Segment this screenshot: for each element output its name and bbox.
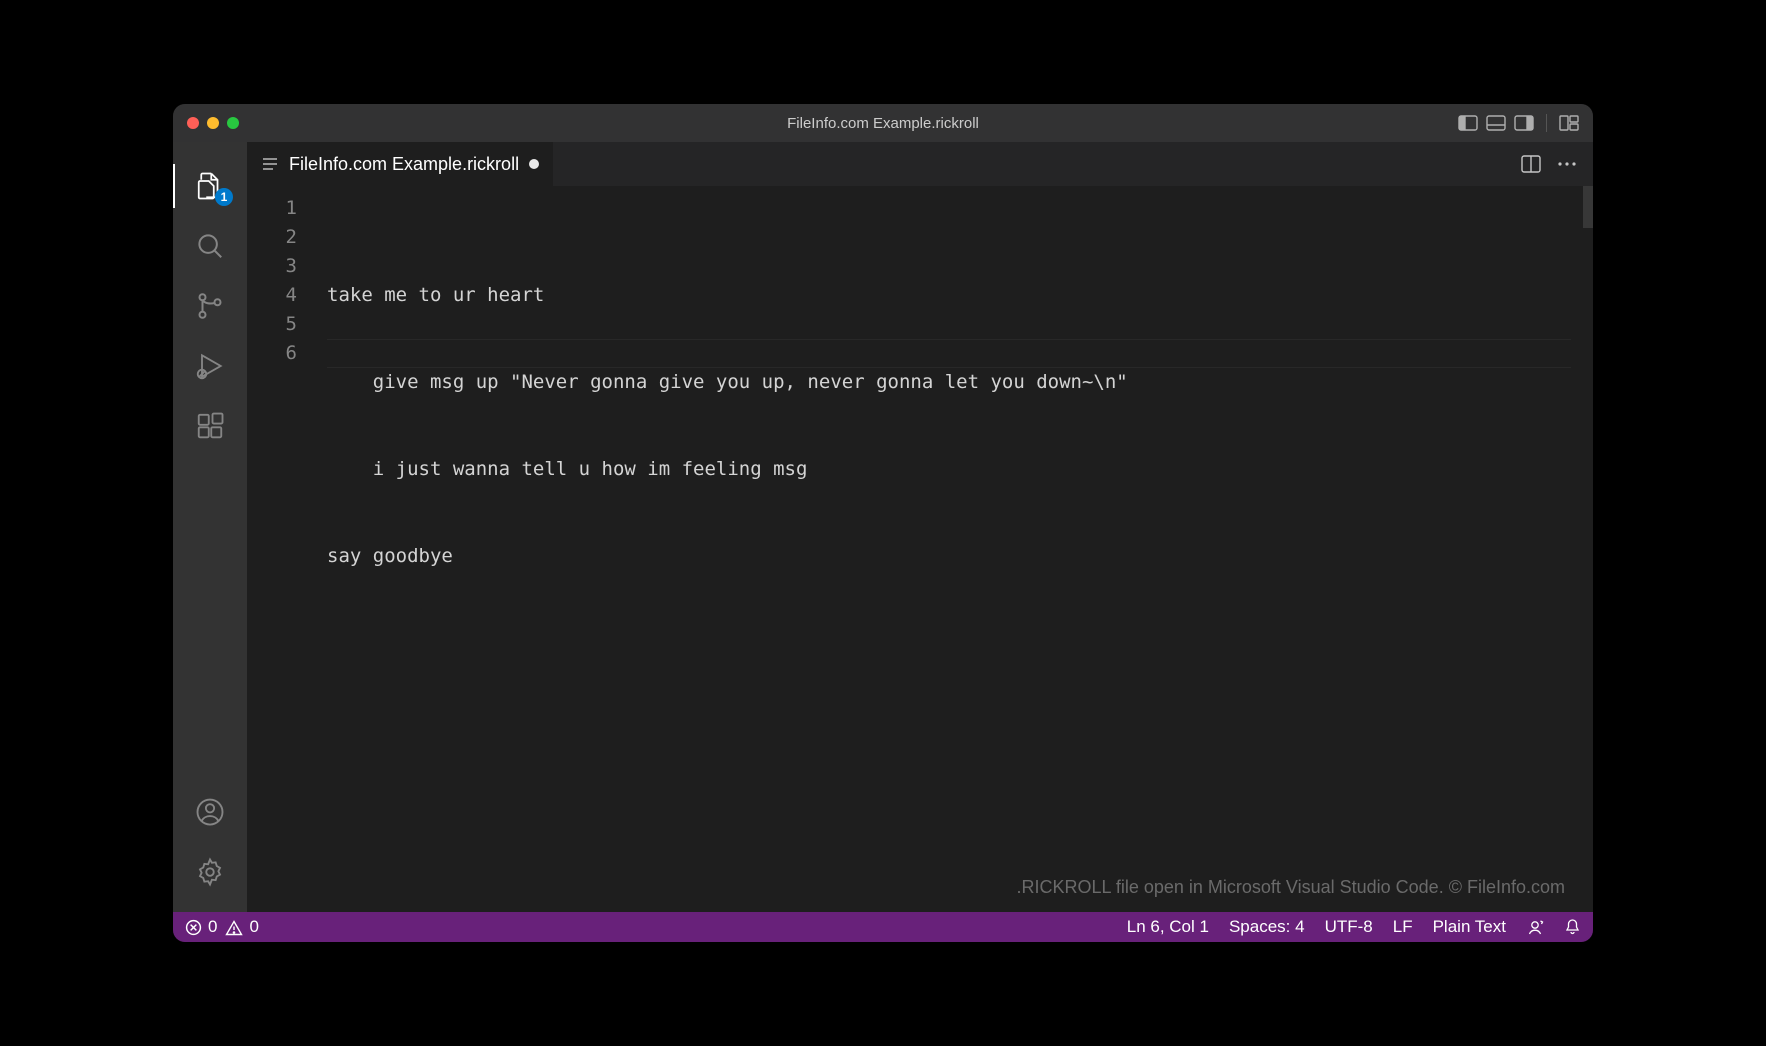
explorer-badge: 1 <box>215 188 233 206</box>
more-actions-icon[interactable] <box>1557 161 1577 167</box>
toggle-primary-sidebar-icon[interactable] <box>1458 115 1478 131</box>
separator <box>1546 114 1547 132</box>
line-number: 4 <box>247 281 297 310</box>
line-number: 5 <box>247 310 297 339</box>
status-feedback-icon[interactable] <box>1526 918 1544 936</box>
activity-bar: 1 <box>173 142 247 912</box>
line-number: 6 <box>247 339 297 368</box>
window-maximize-button[interactable] <box>227 117 239 129</box>
split-editor-icon[interactable] <box>1521 155 1541 173</box>
line-number: 1 <box>247 194 297 223</box>
status-notifications-icon[interactable] <box>1564 918 1581 936</box>
status-errors-count: 0 <box>208 917 217 937</box>
tab-bar: FileInfo.com Example.rickroll <box>247 142 1593 186</box>
file-text-icon <box>261 156 279 172</box>
code-line[interactable]: give msg up "Never gonna give you up, ne… <box>327 368 1583 397</box>
window-close-button[interactable] <box>187 117 199 129</box>
traffic-lights <box>187 117 239 129</box>
code-line[interactable] <box>327 716 1583 745</box>
activity-run-debug[interactable] <box>173 336 247 396</box>
editor-area: FileInfo.com Example.rickroll <box>247 142 1593 912</box>
code-line[interactable]: take me to ur heart <box>327 281 1583 310</box>
editor-tab[interactable]: FileInfo.com Example.rickroll <box>247 142 554 186</box>
status-warnings[interactable]: 0 <box>225 917 258 937</box>
status-encoding[interactable]: UTF-8 <box>1325 917 1373 937</box>
app-window: FileInfo.com Example.rickroll <box>173 104 1593 942</box>
activity-search[interactable] <box>173 216 247 276</box>
activity-extensions[interactable] <box>173 396 247 456</box>
status-cursor-position[interactable]: Ln 6, Col 1 <box>1127 917 1209 937</box>
line-number: 2 <box>247 223 297 252</box>
customize-layout-icon[interactable] <box>1559 115 1579 131</box>
activity-accounts[interactable] <box>173 782 247 842</box>
status-indentation[interactable]: Spaces: 4 <box>1229 917 1305 937</box>
status-language-mode[interactable]: Plain Text <box>1433 917 1506 937</box>
tab-modified-indicator <box>529 159 539 169</box>
window-title: FileInfo.com Example.rickroll <box>787 115 979 132</box>
activity-source-control[interactable] <box>173 276 247 336</box>
activity-explorer[interactable]: 1 <box>173 156 247 216</box>
toggle-panel-icon[interactable] <box>1486 115 1506 131</box>
body-area: 1 <box>173 142 1593 912</box>
current-line-highlight <box>327 339 1571 368</box>
line-number-gutter: 1 2 3 4 5 6 <box>247 186 327 912</box>
activity-settings[interactable] <box>173 842 247 902</box>
code-line[interactable]: say goodbye <box>327 542 1583 571</box>
title-bar: FileInfo.com Example.rickroll <box>173 104 1593 142</box>
window-minimize-button[interactable] <box>207 117 219 129</box>
code-line[interactable] <box>327 629 1583 658</box>
title-bar-actions <box>1458 114 1579 132</box>
editor-content[interactable]: 1 2 3 4 5 6 take me to ur heart give msg… <box>247 186 1593 912</box>
code-lines[interactable]: take me to ur heart give msg up "Never g… <box>327 186 1583 912</box>
status-bar: 0 0 Ln 6, Col 1 Spaces: 4 UTF-8 LF <box>173 912 1593 942</box>
status-eol[interactable]: LF <box>1393 917 1413 937</box>
line-number: 3 <box>247 252 297 281</box>
scrollbar[interactable] <box>1583 186 1593 912</box>
tab-label: FileInfo.com Example.rickroll <box>289 154 519 175</box>
toggle-secondary-sidebar-icon[interactable] <box>1514 115 1534 131</box>
tab-actions <box>1505 142 1593 186</box>
status-errors[interactable]: 0 <box>185 917 217 937</box>
scroll-thumb[interactable] <box>1583 186 1593 228</box>
watermark-text: .RICKROLL file open in Microsoft Visual … <box>1016 873 1565 902</box>
code-line[interactable]: i just wanna tell u how im feeling msg <box>327 455 1583 484</box>
status-warnings-count: 0 <box>249 917 258 937</box>
